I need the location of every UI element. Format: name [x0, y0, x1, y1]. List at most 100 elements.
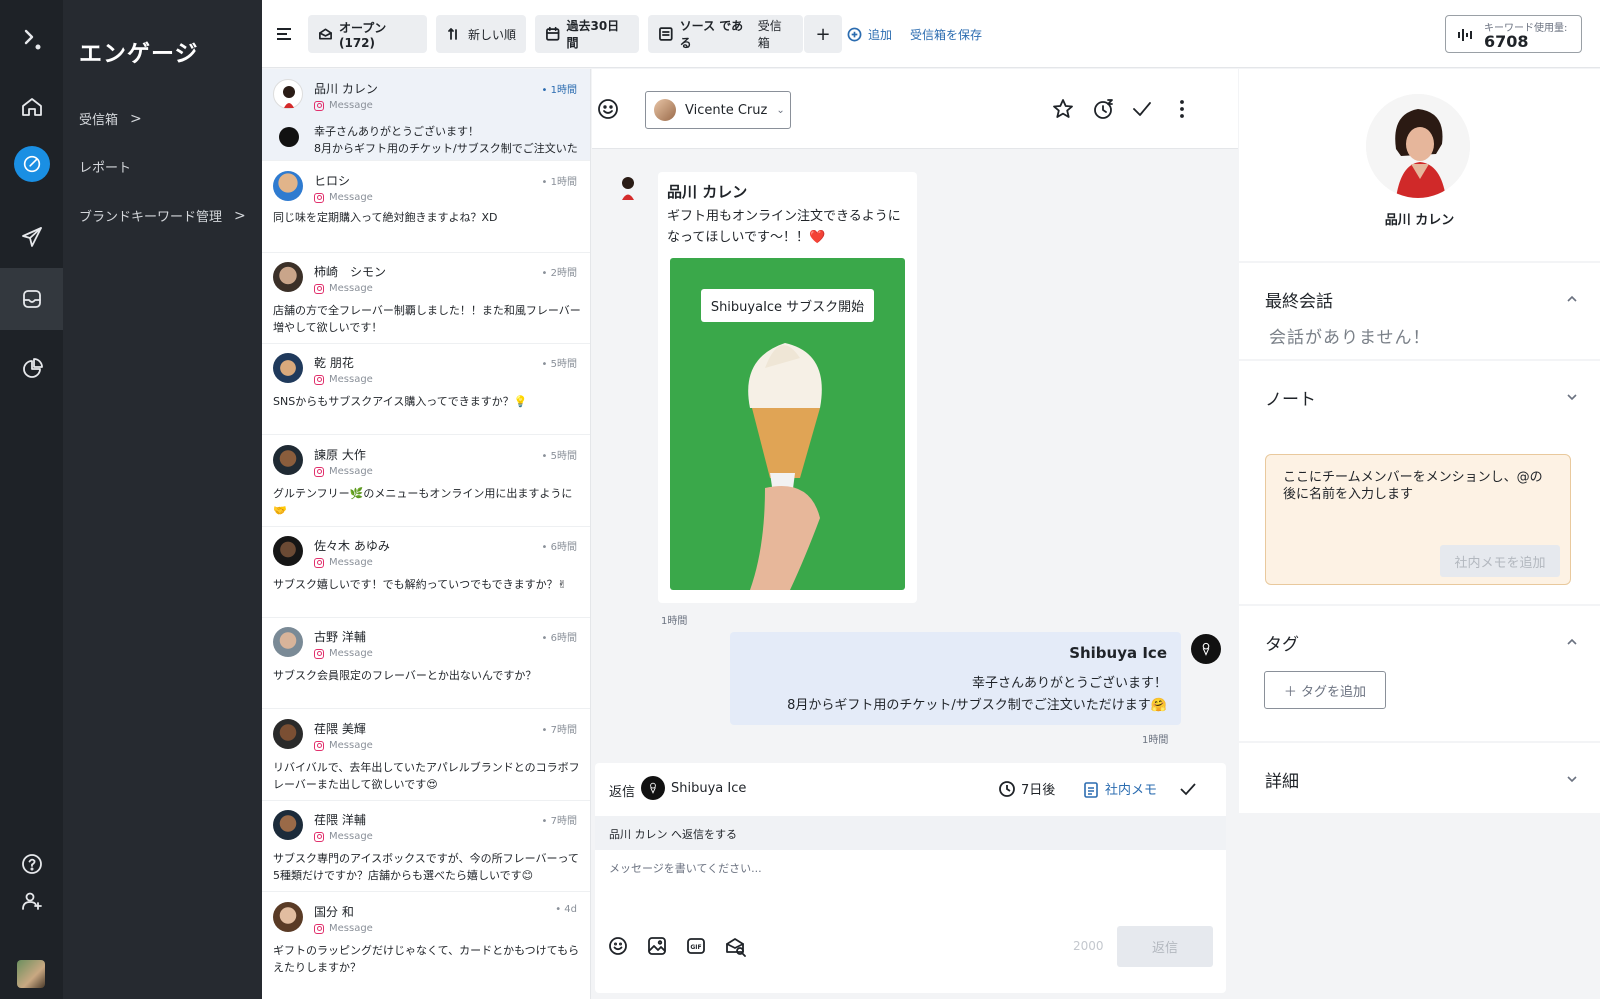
source-label: Message [314, 100, 373, 111]
conversation-name: 国分 和 [314, 905, 354, 919]
conversation-item[interactable]: 諫原 大作 Message • 5時間 グルテンフリー🌿のメニューもオンライン用… [262, 435, 590, 527]
no-conversation-text: 会話がありません！ [1269, 328, 1431, 348]
date-range-label: 過去30日間 [566, 19, 620, 50]
incoming-message: 品川 カレン ギフト用もオンライン注文できるようになってほしいです〜！！❤️ S… [658, 172, 917, 603]
inbox-icon[interactable] [0, 268, 63, 330]
message-input[interactable]: メッセージを書いてください... [609, 860, 762, 876]
nav-item-inbox[interactable]: 受信箱 > [79, 109, 249, 129]
conversation-time: • 7時間 [541, 816, 577, 827]
conversation-name: 荏隈 美輝 [314, 722, 366, 736]
keyword-usage-value: 6708 [1484, 32, 1529, 51]
image-icon[interactable] [646, 935, 668, 957]
conversation-item[interactable]: 佐々木 あゆみ Message • 6時間 サブスク嬉しいです！でも解約っていつ… [262, 526, 590, 618]
note-input[interactable]: ここにチームメンバーをメンションし、@の後に名前を入力します 社内メモを追加 [1265, 454, 1571, 585]
chevron-right-icon: > [234, 207, 246, 224]
sort-button[interactable]: 新しい順 [436, 15, 526, 53]
source-label: Message [314, 192, 373, 203]
conversation-item[interactable]: 荏隈 美輝 Message • 7時間 リバイバルで、去年出していたアパレルブラ… [262, 709, 590, 801]
instagram-icon [314, 192, 324, 203]
profile-name: 品川 カレン [1384, 213, 1455, 228]
menu-icon[interactable] [274, 24, 294, 44]
keyword-usage-box: キーワード使用量: 6708 [1445, 15, 1582, 53]
avatar [273, 902, 303, 932]
chevron-right-icon: > [130, 110, 142, 127]
source-label: Message [314, 831, 373, 842]
nav-item-reports[interactable]: レポート [79, 157, 249, 176]
message-time: 1時間 [661, 616, 688, 627]
note-placeholder: ここにチームメンバーをメンションし、@の後に名前を入力します [1283, 470, 1543, 502]
compose-icon[interactable] [0, 133, 63, 195]
home-icon[interactable] [0, 76, 63, 138]
profile-panel: 品川 カレン 最終会話 会話がありません！ ノート ここにチームメンバーをメンシ… [1239, 69, 1600, 999]
section-title[interactable]: 最終会話 [1265, 287, 1333, 312]
add-link[interactable]: 追加 [847, 26, 892, 43]
clipboard-icon [1084, 781, 1098, 798]
user-avatar[interactable] [17, 960, 45, 988]
sender-avatar [613, 172, 643, 202]
gif-icon[interactable]: GIF [685, 935, 707, 957]
reply-account[interactable]: Shibuya Ice [671, 781, 746, 796]
source-label: Message [314, 740, 373, 751]
source-label: Message [314, 557, 373, 568]
conversation-item[interactable]: ヒロシ Message • 1時間 同じ味を定期購入って絶対飽きますよね？XD [262, 161, 590, 253]
brand-logo-icon [279, 127, 299, 147]
schedule-label: 7日後 [1021, 783, 1056, 798]
composer-header: 返信 Shibuya Ice 7日後 社内メモ [595, 763, 1226, 816]
conversation-name: 古野 洋輔 [314, 630, 366, 644]
conversation-item[interactable]: 古野 洋輔 Message • 6時間 サブスク会員限定のフレーバーとか出ないん… [262, 617, 590, 709]
message-sender-name: 品川 カレン [667, 183, 748, 201]
emoji-status-icon[interactable] [596, 97, 620, 121]
date-range-button[interactable]: 過去30日間 [535, 15, 639, 53]
publish-icon[interactable] [0, 206, 63, 268]
schedule-button[interactable]: 7日後 [998, 779, 1055, 798]
section-title[interactable]: タグ [1265, 630, 1299, 655]
message-image[interactable]: ShibuyaIce サブスク開始 [670, 258, 905, 590]
saved-reply-icon[interactable] [724, 935, 746, 957]
internal-note-label: 社内メモ [1105, 783, 1158, 798]
more-icon[interactable] [1170, 97, 1194, 121]
tags-section: タグ ＋ タグを追加 [1239, 606, 1600, 741]
chevron-down-icon[interactable] [1566, 391, 1578, 406]
chevron-up-icon[interactable] [1566, 636, 1578, 651]
conversation-name: 柿崎 シモン [314, 265, 387, 279]
star-icon[interactable] [1051, 97, 1075, 121]
add-user-icon[interactable] [0, 870, 63, 932]
open-filter-button[interactable]: オープン(172) [308, 15, 427, 53]
conversation-preview: 店舗の方で全フレーバー制覇しました！！また和風フレーバー増やして欲しいです！ [273, 304, 581, 334]
conversation-name: ヒロシ [314, 174, 351, 188]
add-tag-button[interactable]: ＋ タグを追加 [1264, 671, 1386, 709]
message-text: 幸子さんありがとうございます！ [971, 676, 1167, 691]
nav-item-brand-keywords[interactable]: ブランドキーワード管理 > [79, 206, 249, 226]
snooze-icon[interactable] [1091, 97, 1115, 121]
assignee-dropdown[interactable]: Vicente Cruz ⌄ [645, 91, 791, 129]
check-icon[interactable] [1130, 97, 1154, 121]
emoji-icon[interactable] [607, 935, 629, 957]
chevron-up-icon[interactable] [1566, 293, 1578, 308]
logo-icon[interactable] [0, 8, 63, 70]
inbox-toolbar: オープン(172) 新しい順 過去30日間 ソース である 受信箱 + 追加 受… [262, 0, 1600, 68]
source-filter-label: ソース である [679, 19, 744, 50]
conversation-item[interactable]: 乾 朋花 Message • 5時間 SNSからもサブスクアイス購入ってできます… [262, 343, 590, 435]
nav-item-label: ブランドキーワード管理 [79, 210, 223, 225]
conversation-time: • 1時間 [541, 177, 577, 188]
send-reply-button[interactable]: 返信 [1117, 926, 1213, 967]
conversation-name: 乾 朋花 [314, 356, 354, 370]
save-inbox-link[interactable]: 受信箱を保存 [910, 26, 982, 43]
avatar [273, 719, 303, 749]
section-title[interactable]: ノート [1265, 385, 1316, 410]
conversation-item[interactable]: 荏隈 洋輔 Message • 7時間 サブスク専門のアイスボックスですが、今の… [262, 800, 590, 892]
add-note-button[interactable]: 社内メモを追加 [1440, 545, 1560, 577]
secondary-nav: エンゲージ 受信箱 > レポート ブランドキーワード管理 > [63, 0, 262, 999]
check-icon[interactable] [1178, 779, 1198, 803]
conversation-item[interactable]: 品川 カレン Message • 1時間 幸子さんありがとうございます！ 8月か… [262, 69, 590, 161]
chevron-down-icon[interactable] [1566, 773, 1578, 788]
source-filter-button[interactable]: ソース である 受信箱 [648, 15, 803, 53]
internal-note-button[interactable]: 社内メモ [1082, 779, 1157, 798]
section-title[interactable]: 詳細 [1265, 767, 1299, 792]
reports-icon[interactable] [0, 338, 63, 400]
conversation-item[interactable]: 国分 和 Message • 4d ギフトのラッピングだけじゃなくて、カードとか… [262, 892, 590, 984]
conversation-item[interactable]: 柿崎 シモン Message • 2時間 店舗の方で全フレーバー制覇しました！！… [262, 252, 590, 344]
chat-panel: Vicente Cruz ⌄ 品川 カレン ギフト用もオンライン注文できるように… [592, 69, 1238, 999]
instagram-icon [314, 466, 324, 477]
add-filter-button[interactable]: + [804, 15, 842, 53]
